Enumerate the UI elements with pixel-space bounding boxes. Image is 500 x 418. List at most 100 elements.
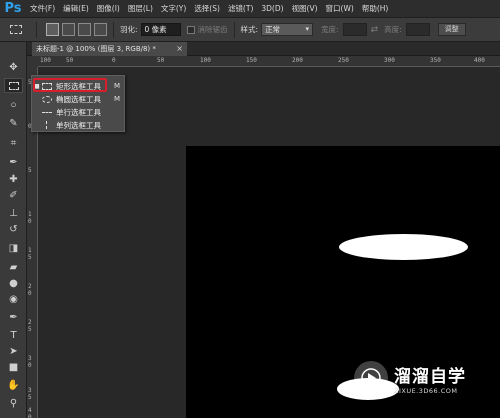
rect-marquee-tool-icon[interactable]: [4, 78, 23, 93]
menu-help[interactable]: 帮助(H): [358, 3, 393, 14]
crop-tool-icon[interactable]: ⌗: [4, 136, 23, 151]
options-bar: 羽化: 0 像素 消除锯齿 样式: 正常 宽度: ⇄ 高度: 调整: [0, 17, 500, 42]
ruler-tick-label: 150: [246, 57, 257, 64]
ruler-tick-label: 4 0: [28, 407, 32, 418]
ruler-tick-label: 3 5: [28, 387, 32, 401]
ellipse-marquee-icon: [41, 95, 52, 103]
feather-input[interactable]: 0 像素: [140, 23, 181, 36]
ruler-tick-label: 100: [200, 57, 211, 64]
move-tool-icon[interactable]: ✥: [4, 60, 23, 75]
blur-tool-icon[interactable]: ●: [4, 276, 23, 291]
divider: [113, 21, 114, 38]
flyout-item-single-row-marquee[interactable]: 单行选框工具: [32, 106, 124, 118]
ruler-tick-label: 250: [338, 57, 349, 64]
tools-panel: ✥ ဝ ✎ ⌗ ✒ ✚ ✐ ⊥ ↺ ◨ ▰ ● ◉ ✒ T ➤ ■ ✋ ⚲: [0, 42, 27, 418]
new-selection-button[interactable]: [46, 23, 59, 36]
play-triangle-icon: [361, 368, 381, 388]
style-label: 样式:: [240, 25, 259, 34]
flyout-item-ellipse-marquee[interactable]: 椭圆选框工具 M: [32, 93, 124, 105]
photoshop-logo: Ps: [4, 1, 22, 16]
menu-file[interactable]: 文件(F): [26, 3, 59, 14]
spot-healing-tool-icon[interactable]: ✚: [4, 172, 23, 187]
history-brush-tool-icon[interactable]: ↺: [4, 222, 23, 237]
ruler-tick-label: 0: [112, 57, 116, 64]
menu-3d[interactable]: 3D(D): [257, 4, 287, 13]
pen-tool-icon[interactable]: ✒: [4, 310, 23, 325]
divider: [36, 21, 37, 38]
ruler-tick-label: 1 5: [28, 247, 32, 261]
white-ellipse-shape: [339, 234, 468, 260]
ruler-origin[interactable]: [27, 56, 38, 67]
ruler-tick-label: 1 0: [28, 211, 32, 225]
clone-stamp-tool-icon[interactable]: ⊥: [4, 206, 23, 221]
flyout-item-label: 椭圆选框工具: [56, 94, 101, 104]
brush-tool-icon[interactable]: ✐: [4, 188, 23, 203]
dodge-tool-icon[interactable]: ◉: [4, 292, 23, 307]
single-row-marquee-icon: [41, 108, 52, 116]
tool-preset-picker[interactable]: [2, 19, 30, 40]
ruler-tick-label: 2 5: [28, 319, 32, 333]
watermark-title: 溜溜自学: [394, 366, 466, 387]
zoom-tool-icon[interactable]: ⚲: [4, 396, 23, 411]
single-column-marquee-icon: [41, 121, 52, 129]
play-logo-icon: [354, 361, 388, 395]
flyout-item-shortcut: M: [114, 95, 121, 103]
height-label: 高度:: [384, 25, 402, 34]
close-tab-icon[interactable]: ×: [176, 42, 183, 56]
rect-marquee-preset-icon: [10, 25, 22, 34]
ruler-tick-label: 400: [474, 57, 485, 64]
menu-view[interactable]: 视图(V): [288, 3, 322, 14]
lasso-tool-icon[interactable]: ဝ: [4, 97, 23, 112]
flyout-item-label: 单行选框工具: [56, 107, 101, 117]
menu-edit[interactable]: 编辑(E): [59, 3, 93, 14]
menu-bar: Ps 文件(F) 编辑(E) 图像(I) 图层(L) 文字(Y) 选择(S) 滤…: [0, 0, 500, 17]
document-tab[interactable]: 未标题-1 @ 100% (图层 3, RGB/8) * ×: [32, 42, 187, 56]
ruler-tick-label: 100: [40, 57, 51, 64]
ruler-tick-label: 50: [157, 57, 165, 64]
watermark: 溜溜自学 ZIXUE.3D66.COM: [354, 358, 490, 398]
width-label: 宽度:: [321, 25, 339, 34]
gradient-tool-icon[interactable]: ▰: [4, 260, 23, 275]
height-input[interactable]: [405, 23, 430, 36]
add-to-selection-button[interactable]: [62, 23, 75, 36]
menu-image[interactable]: 图像(I): [93, 3, 124, 14]
style-select[interactable]: 正常: [261, 23, 314, 36]
ruler-tick-label: 50: [66, 57, 74, 64]
menu-filter[interactable]: 滤镜(T): [224, 3, 257, 14]
ruler-tick-label: 200: [292, 57, 303, 64]
flyout-item-label: 单列选框工具: [56, 120, 101, 130]
horizontal-ruler[interactable]: 100 50 0 50 100 150 200 250 300 350 400: [38, 56, 500, 67]
flyout-item-shortcut: M: [114, 82, 121, 90]
refine-edge-button[interactable]: 调整: [437, 23, 466, 36]
feather-label: 羽化:: [120, 25, 138, 34]
watermark-url: ZIXUE.3D66.COM: [394, 386, 458, 395]
ruler-tick-label: 3 0: [28, 355, 32, 369]
ruler-tick-label: 2 0: [28, 283, 32, 297]
ruler-tick-label: 5: [28, 167, 32, 174]
antialias-checkbox[interactable]: [186, 25, 195, 34]
rectangle-shape-tool-icon[interactable]: ■: [4, 360, 23, 375]
quick-select-tool-icon[interactable]: ✎: [4, 116, 23, 131]
type-tool-icon[interactable]: T: [4, 328, 23, 343]
eyedropper-tool-icon[interactable]: ✒: [4, 155, 23, 170]
antialias-label: 消除锯齿: [197, 25, 228, 34]
menu-window[interactable]: 窗口(W): [322, 3, 358, 14]
menu-type[interactable]: 文字(Y): [157, 3, 190, 14]
width-input[interactable]: [342, 23, 367, 36]
path-select-tool-icon[interactable]: ➤: [4, 344, 23, 359]
swap-icon[interactable]: ⇄: [371, 25, 379, 35]
divider: [233, 21, 235, 38]
intersect-selection-button[interactable]: [94, 23, 107, 36]
menu-layer[interactable]: 图层(L): [124, 3, 157, 14]
ruler-tick-label: 300: [384, 57, 395, 64]
document-tab-title: 未标题-1 @ 100% (图层 3, RGB/8) *: [36, 45, 156, 53]
hand-tool-icon[interactable]: ✋: [4, 378, 23, 393]
eraser-tool-icon[interactable]: ◨: [4, 241, 23, 256]
document-tab-bar: 未标题-1 @ 100% (图层 3, RGB/8) * ×: [27, 42, 500, 56]
menu-select[interactable]: 选择(S): [190, 3, 224, 14]
subtract-from-selection-button[interactable]: [78, 23, 91, 36]
flyout-item-single-column-marquee[interactable]: 单列选框工具: [32, 119, 124, 131]
annotation-highlight-box: [33, 78, 107, 92]
watermark-text: 溜溜自学 ZIXUE.3D66.COM: [394, 362, 466, 395]
ruler-tick-label: 350: [430, 57, 441, 64]
